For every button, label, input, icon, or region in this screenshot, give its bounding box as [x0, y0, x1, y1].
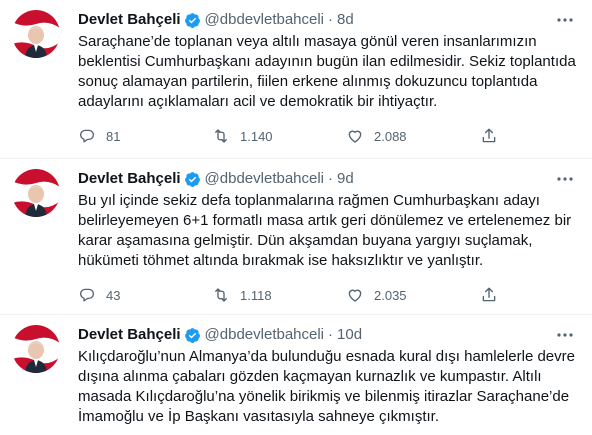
separator-dot: ·: [328, 326, 334, 343]
author-handle[interactable]: @dbdevletbahceli: [205, 168, 324, 190]
reply-count: 43: [106, 287, 121, 303]
tweet-actions: 81 1.140 2.088: [78, 126, 508, 146]
verified-badge-icon: [184, 327, 200, 343]
share-icon: [482, 287, 496, 302]
like-button[interactable]: 2.035: [346, 286, 426, 304]
timestamp[interactable]: 10d: [337, 324, 362, 346]
retweet-count: 1.118: [240, 287, 272, 303]
tweet-feed: Devlet Bahçeli @dbdevletbahceli · 8d Sar…: [0, 0, 592, 435]
more-options-button[interactable]: [554, 327, 576, 343]
share-button[interactable]: [480, 127, 508, 145]
tweet[interactable]: Devlet Bahçeli @dbdevletbahceli · 9d Bu …: [0, 159, 592, 315]
reply-count: 81: [106, 128, 121, 144]
reply-icon: [80, 288, 95, 302]
retweet-button[interactable]: 1.140: [212, 127, 292, 145]
like-count: 2.088: [374, 128, 407, 144]
tweet-header: Devlet Bahçeli @dbdevletbahceli · 10d: [78, 324, 580, 346]
more-icon: [557, 333, 573, 337]
author-handle[interactable]: @dbdevletbahceli: [205, 324, 324, 346]
tweet-text: Kılıçdaroğlu’nun Almanya’da bulunduğu es…: [78, 348, 575, 425]
avatar-image: [12, 325, 60, 373]
retweet-icon: [215, 129, 227, 143]
reply-button[interactable]: 81: [78, 127, 158, 145]
verified-badge-icon: [184, 12, 200, 28]
retweet-button[interactable]: 1.118: [212, 286, 292, 304]
share-button[interactable]: [480, 286, 508, 304]
tweet[interactable]: Devlet Bahçeli @dbdevletbahceli · 8d Sar…: [0, 0, 592, 159]
tweet[interactable]: Devlet Bahçeli @dbdevletbahceli · 10d Kı…: [0, 315, 592, 435]
more-icon: [557, 177, 573, 181]
separator-dot: ·: [328, 170, 334, 187]
tweet-header: Devlet Bahçeli @dbdevletbahceli · 9d: [78, 168, 580, 190]
author-name[interactable]: Devlet Bahçeli: [78, 168, 181, 190]
avatar[interactable]: [12, 169, 60, 217]
reply-icon: [80, 129, 95, 143]
heart-icon: [348, 130, 362, 143]
verified-badge-icon: [184, 171, 200, 187]
more-options-button[interactable]: [554, 12, 576, 28]
like-count: 2.035: [374, 287, 407, 303]
avatar[interactable]: [12, 325, 60, 373]
heart-icon: [348, 289, 362, 302]
tweet-text: Saraçhane’de toplanan veya altılı masaya…: [78, 33, 576, 110]
retweet-count: 1.140: [240, 128, 273, 144]
tweet-text: Bu yıl içinde sekiz defa toplanmalarına …: [78, 192, 572, 269]
avatar[interactable]: [12, 10, 60, 58]
share-icon: [482, 128, 496, 143]
timestamp[interactable]: 8d: [337, 9, 354, 31]
avatar-image: [12, 10, 60, 58]
timestamp[interactable]: 9d: [337, 168, 354, 190]
author-handle[interactable]: @dbdevletbahceli: [205, 9, 324, 31]
more-icon: [557, 18, 573, 22]
retweet-icon: [215, 288, 227, 302]
more-options-button[interactable]: [554, 171, 576, 187]
author-name[interactable]: Devlet Bahçeli: [78, 324, 181, 346]
tweet-actions: 43 1.118 2.035: [78, 285, 508, 305]
tweet-header: Devlet Bahçeli @dbdevletbahceli · 8d: [78, 9, 580, 31]
separator-dot: ·: [328, 11, 334, 28]
author-name[interactable]: Devlet Bahçeli: [78, 9, 181, 31]
avatar-image: [12, 169, 60, 217]
reply-button[interactable]: 43: [78, 286, 158, 304]
like-button[interactable]: 2.088: [346, 127, 426, 145]
